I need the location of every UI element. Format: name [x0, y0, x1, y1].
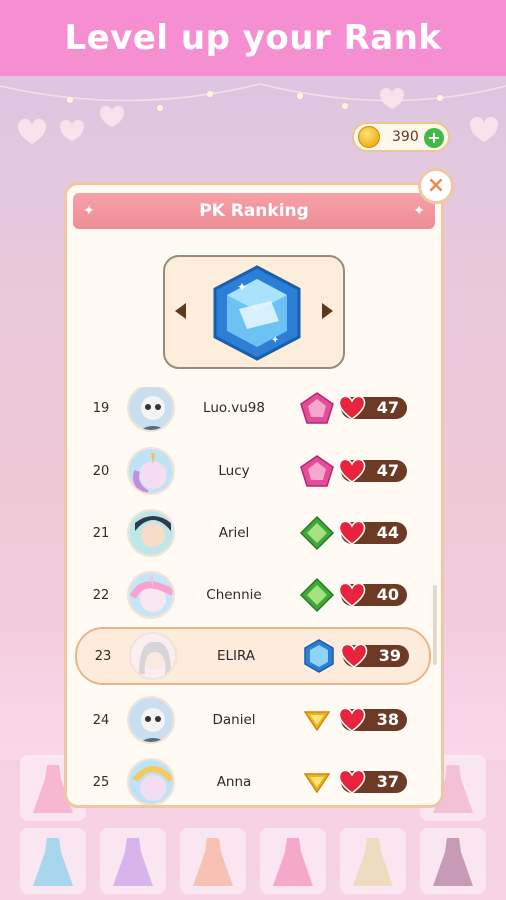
- avatar: [127, 387, 175, 432]
- plus-icon[interactable]: +: [424, 128, 444, 148]
- lilac-gown-icon: [113, 838, 153, 886]
- heart-count: 37: [376, 772, 399, 791]
- player-name: ELIRA: [216, 648, 256, 664]
- player-name: Chennie: [206, 587, 262, 603]
- dress-card[interactable]: [180, 828, 246, 894]
- avatar: [127, 509, 175, 557]
- heart-count: 39: [378, 646, 401, 665]
- ranking-row[interactable]: 22 Chennie 40: [75, 566, 431, 624]
- current-user-row[interactable]: 23 ELIRA 39: [75, 627, 431, 685]
- avatar: [127, 571, 175, 619]
- player-name: Anna: [216, 774, 252, 790]
- top-banner: Level up your Rank: [0, 0, 506, 76]
- pink-pentagon-gem-icon: [300, 392, 334, 424]
- rank-number: 19: [92, 400, 110, 416]
- mauve-gown-icon: [433, 838, 473, 886]
- list-scrollbar[interactable]: [433, 585, 437, 665]
- pk-ranking-panel: ✦ PK Ranking ✦ ✦ ✦ 19 Luo.vu98 47 20 Luc…: [64, 182, 444, 808]
- previous-tier-arrow-icon[interactable]: [175, 303, 186, 319]
- blue-gown-icon: [33, 838, 73, 886]
- panel-title: PK Ranking: [199, 201, 309, 221]
- hearts-pill: 44: [338, 520, 407, 545]
- player-name: Lucy: [218, 463, 250, 479]
- heart-icon: [338, 458, 366, 483]
- heart-count: 44: [376, 523, 399, 542]
- close-icon[interactable]: ×: [418, 168, 454, 204]
- coin-counter: 390 +: [352, 122, 450, 152]
- hearts-pill: 40: [338, 582, 407, 607]
- avatar: [127, 447, 175, 495]
- heart-count: 47: [376, 461, 399, 480]
- heart-icon: [340, 643, 368, 668]
- dress-card[interactable]: [20, 828, 86, 894]
- heart-count: 38: [376, 710, 399, 729]
- ranking-row[interactable]: 20 Lucy 47: [75, 442, 431, 500]
- cream-gown-icon: [353, 838, 393, 886]
- avatar: [129, 632, 177, 680]
- dress-row-2: [0, 828, 506, 898]
- heart-icon: [338, 707, 366, 732]
- heart-count: 47: [376, 398, 399, 417]
- ranking-row[interactable]: 19 Luo.vu98 47: [75, 387, 431, 437]
- green-diamond-gem-icon: [299, 515, 335, 551]
- peach-gown-icon: [193, 838, 233, 886]
- panel-header: ✦ PK Ranking ✦: [73, 193, 435, 229]
- rank-number: 20: [92, 463, 110, 479]
- hearts-pill: 47: [338, 395, 407, 420]
- rank-number: 21: [92, 525, 110, 541]
- player-name: Daniel: [212, 712, 256, 728]
- svg-text:✦: ✦: [271, 335, 279, 346]
- ranking-row[interactable]: 25 Anna 37: [75, 753, 431, 805]
- green-diamond-gem-icon: [299, 577, 335, 613]
- ranking-row[interactable]: 24 Daniel 38: [75, 691, 431, 749]
- sparkle-icon: ✦: [413, 203, 425, 219]
- rank-number: 23: [94, 648, 112, 664]
- dress-card[interactable]: [100, 828, 166, 894]
- rank-number: 24: [92, 712, 110, 728]
- dress-card[interactable]: [420, 828, 486, 894]
- ranking-list[interactable]: 19 Luo.vu98 47 20 Lucy 47 21 Ariel 44 22…: [67, 387, 441, 805]
- heart-icon: [338, 520, 366, 545]
- pink-gown-icon: [273, 838, 313, 886]
- sparkle-icon: ✦: [83, 203, 95, 219]
- banner-title: Level up your Rank: [64, 18, 442, 58]
- hearts-pill: 37: [338, 769, 407, 794]
- hearts-pill: 39: [340, 643, 409, 668]
- coin-icon: [358, 126, 380, 148]
- heart-icon: [338, 395, 366, 420]
- player-name: Luo.vu98: [203, 400, 265, 416]
- rank-number: 22: [92, 587, 110, 603]
- blue-hexagon-gem-icon: [304, 639, 334, 673]
- dress-card[interactable]: [340, 828, 406, 894]
- tier-selector: ✦ ✦: [163, 255, 345, 369]
- heart-icon: [338, 582, 366, 607]
- coin-amount: 390: [392, 129, 419, 145]
- player-name: Ariel: [218, 525, 250, 541]
- rank-number: 25: [92, 774, 110, 790]
- dress-card[interactable]: [260, 828, 326, 894]
- next-tier-arrow-icon[interactable]: [322, 303, 333, 319]
- gold-triangle-gem-icon: [303, 773, 331, 794]
- avatar: [127, 758, 175, 805]
- ranking-row[interactable]: 21 Ariel 44: [75, 504, 431, 562]
- hearts-pill: 38: [338, 707, 407, 732]
- blue-diamond-gem-icon: ✦ ✦: [213, 265, 301, 361]
- svg-text:✦: ✦: [237, 280, 247, 294]
- heart-icon: [338, 769, 366, 794]
- heart-count: 40: [376, 585, 399, 604]
- hearts-pill: 47: [338, 458, 407, 483]
- avatar: [127, 696, 175, 744]
- gold-triangle-gem-icon: [303, 711, 331, 732]
- pink-pentagon-gem-icon: [300, 455, 334, 487]
